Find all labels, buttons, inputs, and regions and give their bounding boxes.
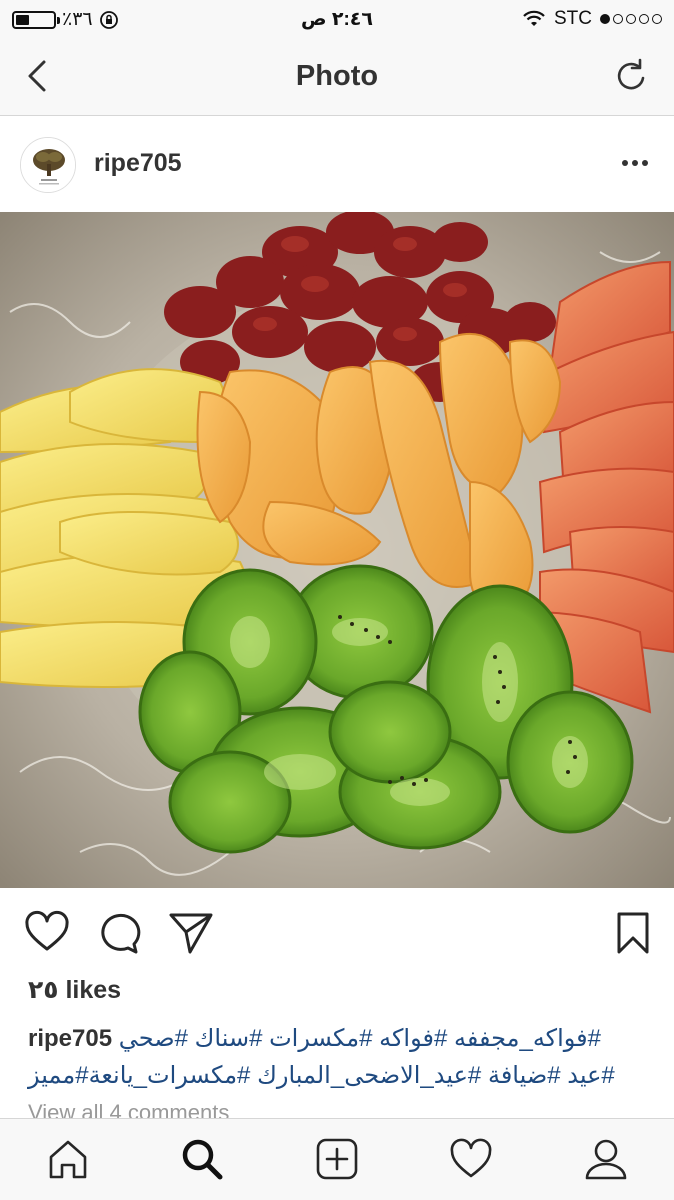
post-header: ripe705 <box>0 117 674 212</box>
likes-count[interactable]: ٢٥ likes <box>28 975 121 1005</box>
post-username[interactable]: ripe705 <box>94 149 182 178</box>
page-title: Photo <box>295 60 379 92</box>
caption-hashtags-line1[interactable]: #فواكه_مجففه #فواكه #مكسرات #سناك #صحي <box>119 1025 601 1052</box>
caption-username[interactable]: ripe705 <box>28 1025 112 1052</box>
post-photo[interactable] <box>0 212 674 888</box>
home-icon[interactable] <box>46 1137 90 1181</box>
status-bar: ٪٣٦ ٢:٤٦ ص STC <box>0 0 674 38</box>
comment-icon[interactable] <box>96 910 142 956</box>
search-icon[interactable] <box>180 1137 224 1181</box>
profile-icon[interactable] <box>584 1137 628 1181</box>
post-actions <box>0 888 674 978</box>
heart-icon[interactable] <box>24 910 70 956</box>
wifi-icon <box>523 10 545 26</box>
post-caption: ripe705 #فواكه_مجففه #فواكه #مكسرات #سنا… <box>28 1020 638 1094</box>
bookmark-icon[interactable] <box>610 910 656 956</box>
status-right: STC <box>522 8 662 30</box>
more-horizontal-icon[interactable] <box>622 153 648 173</box>
refresh-icon[interactable] <box>612 56 652 96</box>
avatar[interactable] <box>20 137 76 193</box>
carrier-label: STC <box>554 8 592 29</box>
nav-bar: Photo <box>0 38 674 116</box>
activity-icon[interactable] <box>449 1137 493 1181</box>
tree-logo-icon <box>21 138 75 192</box>
share-icon[interactable] <box>168 910 214 956</box>
signal-icon <box>600 14 662 24</box>
add-icon[interactable] <box>315 1137 359 1181</box>
caption-hashtags-line2[interactable]: #عيد #ضيافة #عيد_الاضحى_المبارك #مكسرات_… <box>28 1057 638 1094</box>
tab-bar <box>0 1118 674 1200</box>
